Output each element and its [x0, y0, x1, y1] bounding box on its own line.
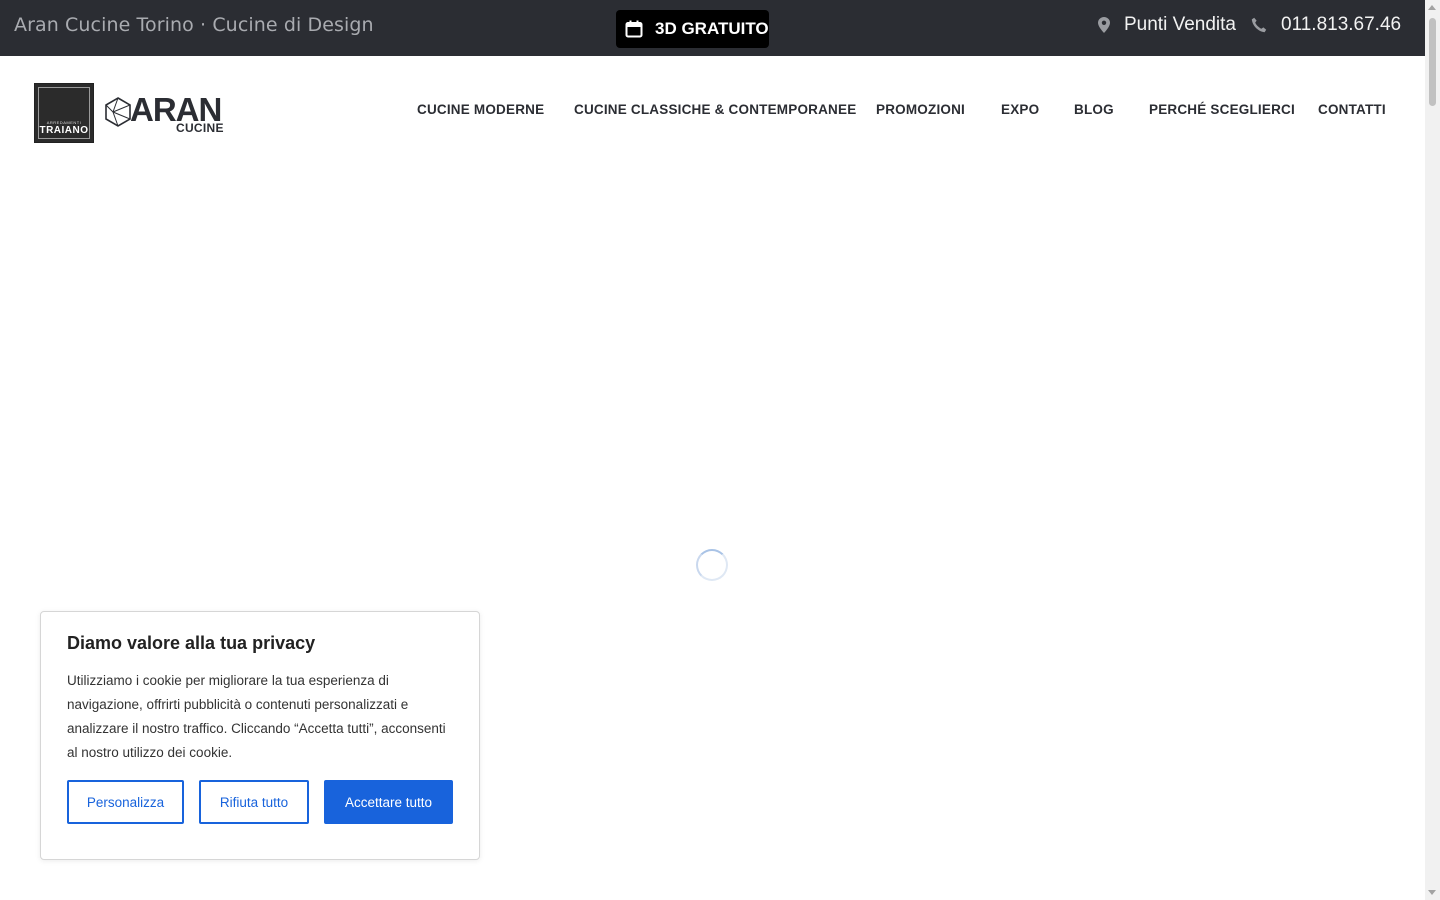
cookie-banner: Diamo valore alla tua privacy Utilizziam…	[40, 611, 480, 860]
phone-number: 011.813.67.46	[1281, 14, 1402, 35]
top-bar: Aran Cucine Torino · Cucine di Design 3D…	[0, 0, 1425, 56]
site-header: ARREDAMENTI TRAIANO ARAN CUCINE CUCINE M…	[0, 56, 1425, 166]
reject-all-button[interactable]: Rifiuta tutto	[199, 780, 309, 824]
free-3d-button[interactable]: 3D GRATUITO	[616, 10, 769, 48]
scroll-up-arrow-icon[interactable]	[1428, 5, 1436, 10]
calendar-icon	[625, 20, 643, 38]
nav-cucine-moderne[interactable]: CUCINE MODERNE	[417, 102, 544, 117]
traiano-logo[interactable]: ARREDAMENTI TRAIANO	[34, 83, 94, 143]
page-scrollbar[interactable]	[1425, 0, 1440, 900]
aran-polyhedron-icon	[105, 97, 131, 127]
nav-contatti[interactable]: CONTATTI	[1318, 102, 1386, 117]
customize-button[interactable]: Personalizza	[67, 780, 184, 824]
nav-promozioni[interactable]: PROMOZIONI	[876, 102, 965, 117]
stores-link[interactable]: Punti Vendita	[1098, 14, 1236, 36]
scrollbar-thumb[interactable]	[1429, 18, 1436, 106]
stores-label: Punti Vendita	[1124, 14, 1236, 35]
phone-link[interactable]: 011.813.67.46	[1251, 14, 1401, 36]
loading-spinner	[696, 549, 728, 581]
aran-logo[interactable]: ARAN CUCINE	[104, 91, 226, 135]
cookie-body: Utilizziamo i cookie per migliorare la t…	[67, 673, 446, 760]
cookie-title: Diamo valore alla tua privacy	[67, 633, 316, 653]
nav-perche-sceglierci[interactable]: PERCHÉ SCEGLIERCI	[1149, 102, 1295, 117]
accept-all-button[interactable]: Accettare tutto	[324, 780, 453, 824]
phone-icon	[1251, 17, 1267, 33]
free-3d-label: 3D GRATUITO	[655, 19, 769, 38]
map-pin-icon	[1098, 17, 1110, 33]
aran-logo-sub: CUCINE	[176, 121, 224, 135]
traiano-logo-name: TRAIANO	[39, 125, 89, 136]
nav-blog[interactable]: BLOG	[1074, 102, 1114, 117]
scroll-down-arrow-icon[interactable]	[1428, 890, 1436, 895]
nav-expo[interactable]: EXPO	[1001, 102, 1039, 117]
site-tagline: Aran Cucine Torino · Cucine di Design	[14, 14, 374, 36]
nav-cucine-classiche[interactable]: CUCINE CLASSICHE & CONTEMPORANEE	[574, 102, 856, 117]
